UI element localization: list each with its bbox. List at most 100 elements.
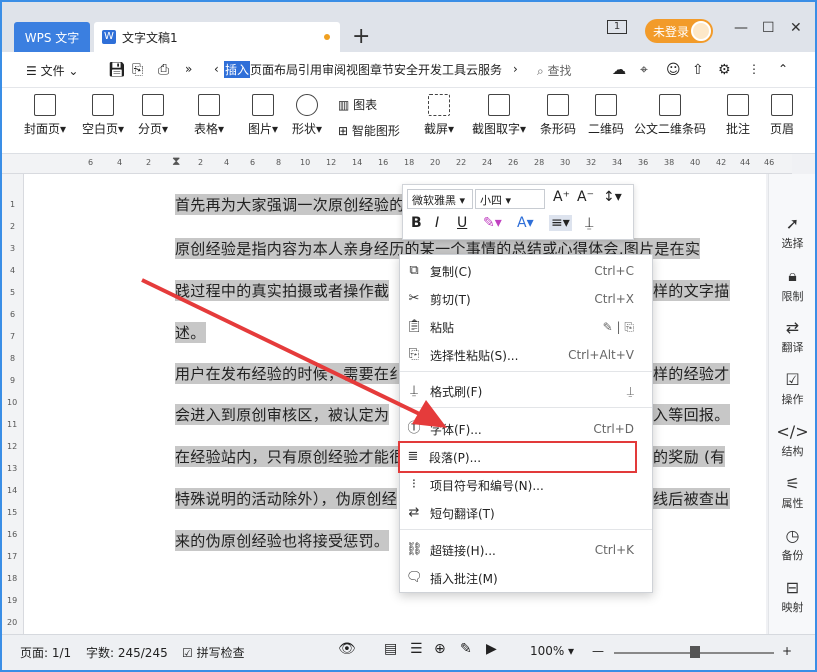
file-menu[interactable]: ☰ 文件 ⌄	[26, 62, 78, 79]
doc-line-fragment[interactable]: 样的经验才	[653, 363, 730, 384]
panel-select[interactable]: ➚ 选择	[769, 214, 815, 251]
menu-item-hyperlink[interactable]: ⛓ 超链接(H)... Ctrl+K	[400, 536, 652, 564]
tab-insert[interactable]: 插入	[224, 61, 251, 78]
write-view-icon[interactable]: ✎	[460, 641, 472, 657]
menu-item-cut[interactable]: ✂ 剪切(T) Ctrl+X	[400, 285, 652, 313]
underline-button[interactable]: U	[457, 215, 467, 231]
menu-item-paragraph[interactable]: ≣ 段落(P)...	[398, 441, 637, 473]
page-view-icon[interactable]: ▤	[384, 641, 397, 657]
ribbon-ocr[interactable]: 截图取字▾	[472, 94, 526, 137]
shrink-font-icon[interactable]: A⁻	[577, 189, 594, 205]
paste-options-icon[interactable]: ✎ | ⎘	[603, 320, 634, 335]
menu-item-paste-special[interactable]: ⎘ 选择性粘贴(S)... Ctrl+Alt+V	[400, 341, 652, 369]
more-icon[interactable]: »	[185, 62, 192, 76]
window-switch-button[interactable]: 1	[607, 20, 627, 34]
menu-item-translate[interactable]: ⇄ 短句翻译(T)	[400, 499, 652, 527]
bold-button[interactable]: B	[411, 215, 422, 231]
zoom-slider-thumb[interactable]	[690, 646, 700, 658]
format-brush-alt-icon[interactable]: ⍊	[627, 384, 634, 399]
tab-rest[interactable]: 页面布局引用审阅视图章节安全开发工具云服务	[250, 61, 502, 78]
play-icon[interactable]: ▶	[486, 641, 497, 657]
more-options-icon[interactable]: ⋮	[748, 62, 760, 76]
chat-icon[interactable]: ☺	[666, 62, 681, 78]
search-box[interactable]: ⌕ 查找	[537, 62, 572, 79]
ribbon-doc-barcode[interactable]: 公文二维条码	[634, 94, 706, 137]
new-tab-button[interactable]: +	[352, 24, 370, 49]
panel-structure[interactable]: </> 结构	[769, 422, 815, 459]
doc-line[interactable]: 会进入到原创审核区，被认定为	[175, 404, 390, 425]
menu-item-paste[interactable]: 📋︎ 粘贴 ✎ | ⎘	[400, 313, 652, 341]
align-icon[interactable]: ≡▾	[549, 215, 572, 231]
font-color-icon[interactable]: A▾	[517, 215, 534, 231]
italic-button[interactable]: I	[435, 215, 439, 231]
menu-item-format-brush[interactable]: ⍊ 格式刷(F) ⍊	[400, 377, 652, 405]
panel-backup[interactable]: ◷ 备份	[769, 526, 815, 563]
web-view-icon[interactable]: ⊕	[434, 641, 446, 657]
doc-line[interactable]: 用户在发布经验的时候，需要在纟	[175, 363, 405, 384]
format-brush-icon[interactable]: ⍊	[585, 215, 593, 231]
print-icon[interactable]: ⎙	[158, 62, 169, 78]
tabs-scroll-left-icon[interactable]: ‹	[214, 62, 219, 76]
highlight-color-icon[interactable]: ✎▾	[483, 215, 502, 231]
doc-line[interactable]: 首先再为大家强调一次原创经验的	[175, 194, 405, 215]
doc-line-fragment[interactable]: 入等回报。	[653, 404, 730, 425]
save-icon[interactable]: 💾︎	[108, 62, 126, 78]
ribbon-tabs[interactable]: 插入 页面布局引用审阅视图章节安全开发工具云服务	[224, 61, 514, 78]
indent-marker-icon[interactable]: ⧗	[172, 154, 180, 169]
doc-line[interactable]: 践过程中的真实拍摄或者操作截	[175, 280, 390, 301]
ribbon-cover-page[interactable]: 封面页▾	[24, 94, 66, 137]
eye-icon[interactable]: 👁︎	[338, 641, 356, 657]
ribbon-barcode[interactable]: 条形码	[540, 94, 576, 137]
menu-item-font[interactable]: Ⓣ 字体(F)... Ctrl+D	[400, 415, 652, 443]
font-size-select[interactable]: 小四 ▾	[475, 189, 545, 209]
collapse-ribbon-icon[interactable]: ⌃	[778, 62, 788, 76]
doc-line[interactable]: 在经验站内，只有原创经验才能很	[175, 446, 405, 467]
close-icon[interactable]: ✕	[790, 20, 802, 36]
doc-line[interactable]: 来的伪原创经验也将接受惩罚。	[175, 530, 390, 551]
horizontal-ruler[interactable]: 6 4 2 2 4 6 8 10 12 14 16 18 20 22 24 26…	[2, 154, 792, 174]
ribbon-chart[interactable]: ▥ 图表	[338, 96, 377, 113]
ribbon-table[interactable]: 表格▾	[194, 94, 224, 137]
ribbon-header[interactable]: 页眉	[770, 94, 794, 137]
ribbon-qrcode[interactable]: 二维码	[588, 94, 624, 137]
panel-restrict[interactable]: 🔒︎ 限制	[769, 266, 815, 304]
zoom-dropdown-icon[interactable]: ▾	[568, 644, 574, 658]
page-count[interactable]: 页面: 1/1	[20, 644, 71, 661]
zoom-out-icon[interactable]: —	[592, 644, 604, 658]
doc-line-fragment[interactable]: 的奖励 (有	[653, 446, 726, 467]
spell-check[interactable]: ☑ 拼写检查	[182, 644, 245, 661]
panel-properties[interactable]: ⚟ 属性	[769, 474, 815, 511]
panel-translate[interactable]: ⇄ 翻译	[769, 318, 815, 355]
word-count[interactable]: 字数: 245/245	[86, 644, 168, 661]
doc-line[interactable]: 特殊说明的活动除外），伪原创经	[175, 488, 398, 509]
doc-line[interactable]: 述。	[175, 322, 206, 343]
tabs-scroll-right-icon[interactable]: ›	[513, 62, 518, 76]
font-family-select[interactable]: 微软雅黑 ▾	[407, 189, 473, 209]
ribbon-smart-shape[interactable]: ⊞ 智能图形	[338, 122, 400, 139]
doc-line-fragment[interactable]: 样的文字描	[653, 280, 730, 301]
doc-line-fragment[interactable]: 线后被查出	[653, 488, 730, 509]
menu-item-insert-comment[interactable]: 🗨︎ 插入批注(M)	[400, 564, 652, 592]
zoom-in-icon[interactable]: +	[782, 644, 792, 658]
tab-wps-home[interactable]: WPS 文字	[14, 22, 90, 52]
location-icon[interactable]: ⌖	[640, 62, 648, 78]
menu-item-bullets[interactable]: ⁝ 项目符号和编号(N)...	[400, 471, 652, 499]
line-spacing-icon[interactable]: ↕▾	[603, 189, 622, 205]
menu-item-copy[interactable]: ⧉ 复制(C) Ctrl+C	[400, 257, 652, 285]
panel-operation[interactable]: ☑ 操作	[769, 370, 815, 407]
gear-icon[interactable]: ⚙	[718, 62, 731, 78]
export-icon[interactable]: ⎘	[132, 62, 143, 78]
cloud-icon[interactable]: ☁	[612, 62, 626, 78]
maximize-icon[interactable]: ☐	[762, 20, 775, 36]
vertical-ruler[interactable]: 1 2 3 4 5 6 7 8 9 10 11 12 13 14 15 16 1…	[2, 174, 24, 634]
tab-document[interactable]: W 文字文稿1	[94, 22, 340, 52]
ribbon-picture[interactable]: 图片▾	[248, 94, 278, 137]
ribbon-comment[interactable]: 批注	[726, 94, 750, 137]
panel-map[interactable]: ⊟ 映射	[769, 578, 815, 615]
minimize-icon[interactable]: —	[734, 20, 748, 36]
ribbon-screenshot[interactable]: 截屏▾	[424, 94, 454, 137]
ribbon-blank-page[interactable]: 空白页▾	[82, 94, 124, 137]
grow-font-icon[interactable]: A⁺	[553, 189, 570, 205]
ribbon-page-break[interactable]: 分页▾	[138, 94, 168, 137]
zoom-level[interactable]: 100%	[530, 644, 564, 658]
